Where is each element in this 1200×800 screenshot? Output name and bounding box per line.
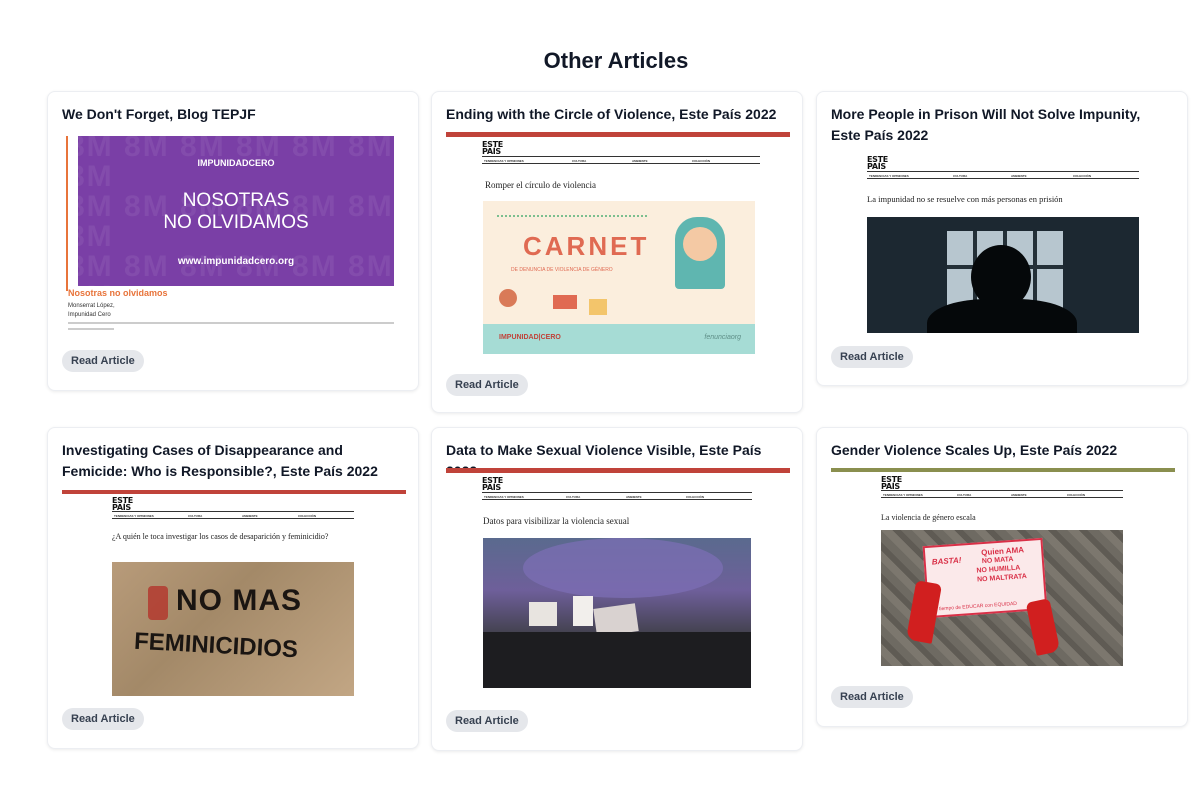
- protest-photo: [483, 538, 751, 688]
- face-illustration: [683, 227, 717, 261]
- article-title: Gender Violence Scales Up, Este País 202…: [831, 442, 1118, 458]
- article-card: Gender Violence Scales Up, Este País 202…: [816, 427, 1188, 727]
- site-top-bar: [446, 132, 790, 137]
- thumb-article-title: Datos para visibilizar la violencia sexu…: [483, 516, 630, 526]
- thumb-caption: Nosotras no olvidamos: [68, 288, 168, 298]
- article-card: Ending with the Circle of Violence, Este…: [431, 91, 803, 413]
- graffiti-photo: NO MAS FEMINICIDIOS: [112, 562, 354, 696]
- read-article-button[interactable]: Read Article: [831, 686, 913, 708]
- site-nav: TENDENCIAS Y OPINIONES CULTURA AMBIENTE COL…: [867, 171, 1139, 179]
- silhouette-body: [927, 299, 1077, 333]
- read-article-button[interactable]: Read Article: [62, 350, 144, 372]
- article-title: More People in Prison Will Not Solve Imp…: [831, 106, 1141, 143]
- site-top-bar: [446, 468, 790, 473]
- red-shoe: [905, 580, 943, 644]
- carnet-illustration: CARNET DE DENUNCIA DE VIOLENCIA DE GÉNER…: [483, 201, 755, 354]
- site-nav: TENDENCIAS Y OPINIONES CULTURA AMBIENTE COL…: [881, 490, 1123, 498]
- article-thumbnail[interactable]: ESTE PAÍS TENDENCIAS Y OPINIONES CULTURA AM…: [831, 468, 1175, 674]
- read-article-button[interactable]: Read Article: [831, 346, 913, 368]
- article-thumbnail[interactable]: 8M 8M 8M 8M 8M 8M 8M8M 8M 8M 8M 8M 8M 8M…: [62, 132, 406, 338]
- read-article-button[interactable]: Read Article: [62, 708, 144, 730]
- vine-decoration: [497, 215, 647, 218]
- read-article-button[interactable]: Read Article: [446, 710, 528, 732]
- text-line: [68, 328, 114, 330]
- banner-url: www.impunidadcero.org: [177, 256, 295, 267]
- child-illustration: [499, 289, 517, 307]
- carnet-subtitle: DE DENUNCIA DE VIOLENCIA DE GÉNERO: [511, 267, 613, 273]
- article-thumbnail[interactable]: ESTE PAÍS TENDENCIAS Y OPINIONES CULTURA AM…: [62, 490, 406, 698]
- este-pais-logo: ESTE PAÍS: [482, 140, 503, 156]
- este-pais-logo: ESTE PAÍS: [881, 475, 902, 491]
- jacaranda-tree: [523, 538, 723, 598]
- house-illustration: [553, 295, 577, 309]
- graffiti-line1: NO MAS: [176, 584, 302, 617]
- thumb-article-title: La violencia de género escala: [881, 513, 976, 522]
- thumb-article-title: La impunidad no se resuelve con más pers…: [867, 194, 1063, 204]
- thumb-article-title: Romper el círculo de violencia: [485, 180, 596, 190]
- banner-headline: NOSOTRAS NO OLVIDAMOS: [163, 190, 309, 233]
- este-pais-logo: ESTE PAÍS: [482, 476, 503, 492]
- accent-line: [66, 136, 68, 291]
- article-title: We Don't Forget, Blog TEPJF: [62, 106, 256, 122]
- este-pais-logo: ESTE PAÍS: [867, 155, 888, 171]
- thumb-author: Monserrat López, Impunidad Cero: [68, 303, 115, 318]
- site-nav: TENDENCIAS Y OPINIONES CULTURA AMBIENTE COL…: [112, 511, 354, 519]
- site-top-bar: [831, 468, 1175, 472]
- site-top-bar: [62, 490, 406, 494]
- thumb-article-title: ¿A quién le toca investigar los casos de…: [112, 532, 329, 541]
- red-shoe: [1025, 598, 1061, 656]
- page-title: Other Articles: [543, 48, 689, 73]
- site-nav: TENDENCIAS Y OPINIONES CULTURA AMBIENTE COL…: [482, 492, 752, 500]
- protest-sign: [529, 602, 557, 626]
- carnet-title: CARNET: [523, 231, 650, 261]
- doc-illustration: [589, 299, 607, 315]
- promo-banner: 8M 8M 8M 8M 8M 8M 8M8M 8M 8M 8M 8M 8M 8M…: [78, 136, 394, 286]
- article-title: Ending with the Circle of Violence, Este…: [446, 106, 777, 122]
- read-article-button[interactable]: Read Article: [446, 374, 528, 396]
- brand-logo: IMPUNIDADCERO: [197, 158, 275, 168]
- crowd: [483, 632, 751, 688]
- este-pais-logo: ESTE PAÍS: [112, 496, 133, 512]
- article-thumbnail[interactable]: ESTE PAÍS TENDENCIAS Y OPINIONES CULTURA AM…: [831, 152, 1175, 334]
- protest-sign-photo: Quien AMA NO MATA NO HUMILLA NO MALTRATA…: [881, 530, 1123, 666]
- site-nav: TENDENCIAS Y OPINIONES CULTURA AMBIENTE COL…: [482, 156, 760, 164]
- article-card: More People in Prison Will Not Solve Imp…: [816, 91, 1188, 386]
- article-card: Investigating Cases of Disappearance and…: [47, 427, 419, 749]
- protest-sign: [573, 596, 593, 626]
- article-thumbnail[interactable]: ESTE PAÍS TENDENCIAS Y OPINIONES CULTURA AM…: [446, 468, 790, 696]
- article-card: We Don't Forget, Blog TEPJF 8M 8M 8M 8M …: [47, 91, 419, 391]
- article-title: Investigating Cases of Disappearance and…: [62, 442, 378, 479]
- prison-photo: [867, 217, 1139, 333]
- article-card: Data to Make Sexual Violence Visible, Es…: [431, 427, 803, 751]
- article-thumbnail[interactable]: ESTE PAÍS TENDENCIAS Y OPINIONES CULTURA AM…: [446, 132, 790, 362]
- graffiti-line2: FEMINICIDIOS: [133, 627, 299, 664]
- illustration-footer: IMPUNIDAD|CERO fenunciaorg: [483, 324, 755, 354]
- text-line: [68, 322, 394, 324]
- red-handprint: [148, 586, 168, 620]
